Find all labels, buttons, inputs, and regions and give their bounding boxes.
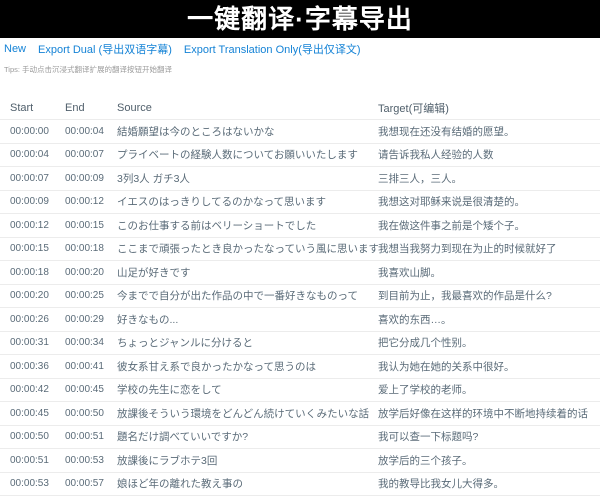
menu-item-export-dual[interactable]: Export Dual (导出双语字幕) bbox=[38, 41, 172, 57]
cell-source-text: ちょっとジャンルに分けると bbox=[117, 337, 253, 350]
cell-target-text-editable[interactable]: 请告诉我私人经验的人数 bbox=[378, 147, 600, 162]
cell-source-text: 3列3人 ガチ3人 bbox=[117, 172, 190, 185]
table-row: 00:00:51 00:00:53 放課後にラブホテ3回 放学后的三个孩子。 bbox=[0, 449, 600, 473]
cell-source-text: プライベートの経験人数についてお願いいたします bbox=[117, 149, 358, 162]
cell-source-text: 山足が好きです bbox=[117, 266, 191, 279]
table-row: 00:00:09 00:00:12 イエスのはっきりしてるのかなって思います 我… bbox=[0, 191, 600, 214]
cell-target-text-editable[interactable]: 到目前为止，我最喜欢的作品是什么? bbox=[378, 288, 600, 303]
cell-source-text: 今までで自分が出た作品の中で一番好きなものって bbox=[117, 290, 358, 303]
subtitle-table: Start End Source Target(可编辑) 00:00:00 00… bbox=[0, 96, 600, 496]
cell-target-text-editable[interactable]: 喜欢的东西…。 bbox=[378, 312, 600, 327]
column-header-target: Target(可编辑) bbox=[378, 102, 449, 115]
column-header-start: Start bbox=[10, 101, 34, 114]
cell-source-text: 題名だけ調べていいですか? bbox=[117, 431, 249, 444]
cell-end-time: 00:00:29 bbox=[65, 313, 104, 325]
cell-start-time: 00:00:53 bbox=[10, 478, 49, 490]
cell-target-text-editable[interactable]: 三排三人，三人。 bbox=[378, 171, 600, 186]
page-title: 一键翻译·字幕导出 bbox=[187, 4, 413, 34]
cell-end-time: 00:00:04 bbox=[65, 125, 104, 137]
cell-target-text-editable[interactable]: 爱上了学校的老师。 bbox=[378, 382, 600, 397]
cell-target-text-editable[interactable]: 我的教导比我女儿大得多。 bbox=[378, 476, 600, 491]
cell-end-time: 00:00:57 bbox=[65, 478, 104, 490]
cell-source-text: 娘ほど年の離れた教え事の bbox=[117, 478, 243, 491]
cell-source-text: 放課後にラブホテ3回 bbox=[117, 454, 218, 467]
cell-target-text-editable[interactable]: 我可以查一下标题吗? bbox=[378, 429, 600, 444]
cell-target-text-editable[interactable]: 我想现在还没有结婚的愿望。 bbox=[378, 124, 600, 139]
cell-end-time: 00:00:53 bbox=[65, 454, 104, 466]
table-row: 00:00:18 00:00:20 山足が好きです 我喜欢山脚。 bbox=[0, 261, 600, 285]
menu-item-export-translation-only[interactable]: Export Translation Only(导出仅译文) bbox=[184, 41, 361, 57]
table-row: 00:00:07 00:00:09 3列3人 ガチ3人 三排三人，三人。 bbox=[0, 167, 600, 191]
table-row: 00:00:45 00:00:50 放課後そういう環境をどんどん続けていくみたい… bbox=[0, 402, 600, 426]
table-row: 00:00:20 00:00:25 今までで自分が出た作品の中で一番好きなものっ… bbox=[0, 285, 600, 308]
column-header-source: Source bbox=[117, 101, 152, 114]
cell-source-text: 好きなもの... bbox=[117, 313, 179, 326]
table-row: 00:00:50 00:00:51 題名だけ調べていいですか? 我可以查一下标题… bbox=[0, 426, 600, 449]
cell-source-text: 学校の先生に恋をして bbox=[117, 384, 222, 397]
cell-start-time: 00:00:12 bbox=[10, 219, 49, 231]
cell-end-time: 00:00:18 bbox=[65, 243, 104, 255]
cell-end-time: 00:00:50 bbox=[65, 407, 104, 419]
cell-end-time: 00:00:34 bbox=[65, 337, 104, 349]
menu-item-new[interactable]: New bbox=[4, 43, 26, 55]
cell-start-time: 00:00:26 bbox=[10, 313, 49, 325]
cell-end-time: 00:00:45 bbox=[65, 384, 104, 396]
cell-start-time: 00:00:36 bbox=[10, 360, 49, 372]
table-row: 00:00:42 00:00:45 学校の先生に恋をして 爱上了学校的老师。 bbox=[0, 379, 600, 402]
cell-source-text: ここまで頑張ったとき良かったなっていう風に思います bbox=[117, 243, 378, 256]
cell-target-text-editable[interactable]: 把它分成几个性别。 bbox=[378, 335, 600, 350]
table-row: 00:00:00 00:00:04 結婚願望は今のところはないかな 我想现在还没… bbox=[0, 120, 600, 144]
cell-start-time: 00:00:31 bbox=[10, 337, 49, 349]
cell-source-text: 結婚願望は今のところはないかな bbox=[117, 125, 275, 138]
cell-target-text-editable[interactable]: 我想这对耶稣来说是很清楚的。 bbox=[378, 194, 600, 209]
cell-start-time: 00:00:09 bbox=[10, 196, 49, 208]
cell-end-time: 00:00:25 bbox=[65, 290, 104, 302]
cell-target-text-editable[interactable]: 放学后的三个孩子。 bbox=[378, 453, 600, 468]
header-banner: 一键翻译·字幕导出 bbox=[0, 0, 600, 38]
cell-start-time: 00:00:51 bbox=[10, 454, 49, 466]
cell-target-text-editable[interactable]: 我在做这件事之前是个矮个子。 bbox=[378, 218, 600, 233]
menu-bar: New Export Dual (导出双语字幕) Export Translat… bbox=[0, 38, 600, 57]
table-row: 00:00:36 00:00:41 彼女系甘え系で良かったかなって思うのは 我认… bbox=[0, 355, 600, 379]
cell-start-time: 00:00:07 bbox=[10, 172, 49, 184]
cell-source-text: イエスのはっきりしてるのかなって思います bbox=[117, 196, 327, 209]
cell-start-time: 00:00:50 bbox=[10, 431, 49, 443]
table-row: 00:00:04 00:00:07 プライベートの経験人数についてお願いいたしま… bbox=[0, 144, 600, 167]
column-header-end: End bbox=[65, 101, 85, 114]
cell-end-time: 00:00:20 bbox=[65, 266, 104, 278]
cell-source-text: 放課後そういう環境をどんどん続けていくみたいな話 bbox=[117, 407, 370, 420]
cell-start-time: 00:00:04 bbox=[10, 149, 49, 161]
table-body: 00:00:00 00:00:04 結婚願望は今のところはないかな 我想现在还没… bbox=[0, 120, 600, 496]
cell-start-time: 00:00:00 bbox=[10, 125, 49, 137]
cell-end-time: 00:00:41 bbox=[65, 360, 104, 372]
cell-end-time: 00:00:07 bbox=[65, 149, 104, 161]
table-row: 00:00:31 00:00:34 ちょっとジャンルに分けると 把它分成几个性别… bbox=[0, 332, 600, 355]
table-row: 00:00:12 00:00:15 このお仕事する前はベリーショートでした 我在… bbox=[0, 214, 600, 238]
cell-start-time: 00:00:18 bbox=[10, 266, 49, 278]
cell-start-time: 00:00:45 bbox=[10, 407, 49, 419]
cell-end-time: 00:00:12 bbox=[65, 196, 104, 208]
cell-end-time: 00:00:15 bbox=[65, 219, 104, 231]
cell-target-text-editable[interactable]: 我想当我努力到现在为止的时候就好了 bbox=[378, 241, 600, 256]
cell-target-text-editable[interactable]: 我认为她在她的关系中很好。 bbox=[378, 359, 600, 374]
cell-start-time: 00:00:42 bbox=[10, 384, 49, 396]
tips-text: Tips: 手动点击沉浸式翻译扩展的翻译按钮开始翻译 bbox=[4, 65, 173, 74]
cell-end-time: 00:00:09 bbox=[65, 172, 104, 184]
cell-start-time: 00:00:15 bbox=[10, 243, 49, 255]
cell-source-text: 彼女系甘え系で良かったかなって思うのは bbox=[117, 360, 316, 373]
cell-target-text-editable[interactable]: 我喜欢山脚。 bbox=[378, 265, 600, 280]
table-header-row: Start End Source Target(可编辑) bbox=[0, 96, 600, 120]
cell-end-time: 00:00:51 bbox=[65, 431, 104, 443]
table-row: 00:00:26 00:00:29 好きなもの... 喜欢的东西…。 bbox=[0, 308, 600, 332]
table-row: 00:00:15 00:00:18 ここまで頑張ったとき良かったなっていう風に思… bbox=[0, 238, 600, 261]
cell-start-time: 00:00:20 bbox=[10, 290, 49, 302]
cell-target-text-editable[interactable]: 放学后好像在这样的环境中不断地持续着的话 bbox=[378, 406, 600, 421]
table-row: 00:00:53 00:00:57 娘ほど年の離れた教え事の 我的教导比我女儿大… bbox=[0, 473, 600, 496]
cell-source-text: このお仕事する前はベリーショートでした bbox=[117, 219, 317, 232]
